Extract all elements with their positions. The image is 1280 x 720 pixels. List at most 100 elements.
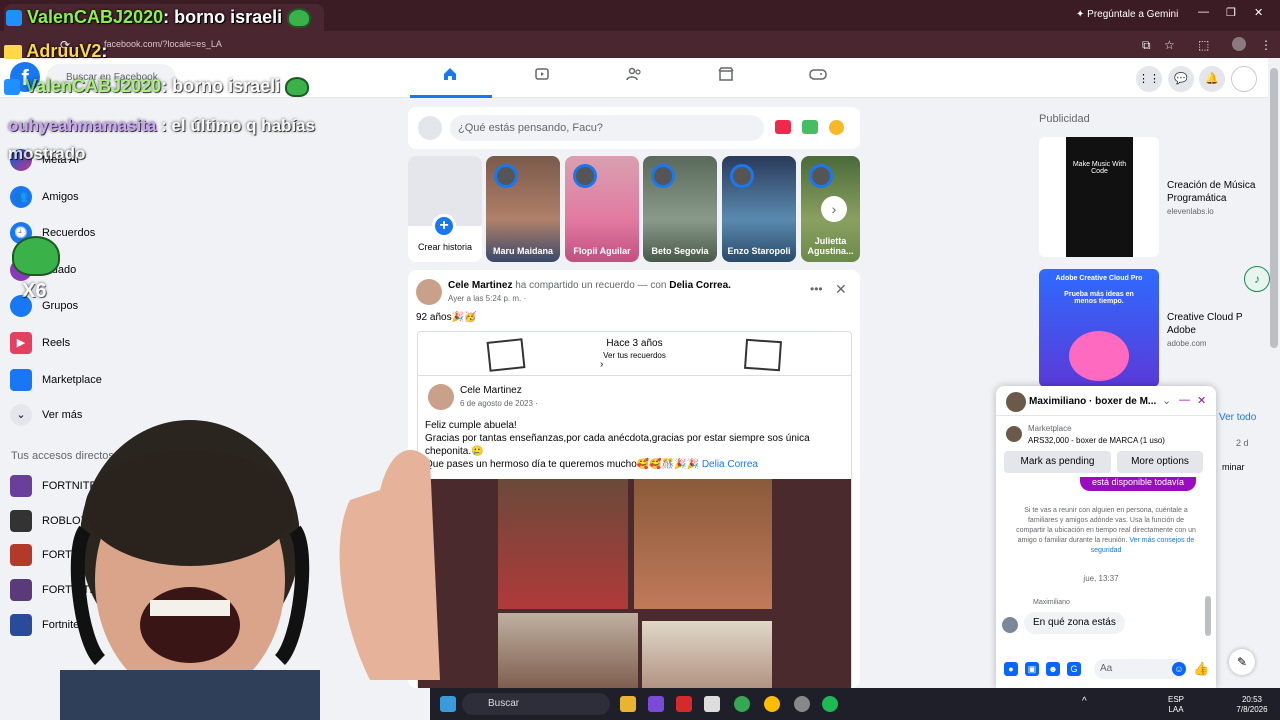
friends-icon: 👥 — [10, 186, 32, 208]
ad-image[interactable]: Make Music With Code — [1039, 137, 1159, 257]
sidebar-item-label: Grupos — [42, 300, 79, 312]
new-message-icon[interactable]: ✎ — [1229, 649, 1255, 675]
chevron-down-icon[interactable]: ⌄ — [1162, 394, 1171, 407]
sidebar-item-marketplace[interactable]: Marketplace — [10, 366, 102, 394]
marketplace-item[interactable]: ARS32,000 - boxer de MARCA (1 uso) — [1028, 436, 1165, 445]
mic-icon[interactable]: ● — [1004, 662, 1018, 676]
spotify-icon[interactable] — [822, 696, 838, 712]
minimize-chat-icon[interactable]: — — [1179, 394, 1190, 406]
sidebar-item-label: Amigos — [42, 191, 79, 203]
minimize-icon[interactable]: — — [1198, 6, 1209, 18]
notifications-bell-icon[interactable]: 🔔 — [1199, 66, 1225, 92]
frog-emote-icon — [285, 77, 310, 98]
video-icon[interactable] — [522, 66, 562, 90]
see-all-link[interactable]: Ver todo — [1219, 412, 1256, 423]
thumbs-up-icon[interactable]: 👍 — [1193, 662, 1209, 676]
overlay-message: : borno israeli — [163, 7, 283, 27]
story-name: Maru Maidana — [492, 246, 553, 256]
install-icon[interactable]: ⧉ — [1142, 38, 1151, 53]
ad-title[interactable]: Creative Cloud P Adobe — [1167, 311, 1267, 337]
messenger-icon[interactable]: 💬 — [1168, 66, 1194, 92]
chat-contact-name[interactable]: Maximiliano · boxer de M... — [1029, 396, 1157, 407]
home-icon[interactable] — [430, 66, 470, 90]
more-options-button[interactable]: More options — [1117, 451, 1203, 473]
windows-start-icon[interactable] — [440, 696, 456, 712]
story-avatar — [809, 164, 833, 188]
close-window-icon[interactable]: ✕ — [1254, 6, 1263, 19]
feeling-emoji-icon[interactable] — [829, 120, 844, 135]
partial-button-label[interactable]: minar — [1222, 462, 1245, 472]
taskbar-search[interactable]: Buscar — [462, 693, 610, 715]
account-avatar[interactable] — [1231, 66, 1257, 92]
more-options-icon[interactable]: ••• — [810, 282, 823, 296]
messenger-chat-window: Maximiliano · boxer de M... ⌄ — ✕ Market… — [996, 386, 1216, 688]
page-scrollbar-thumb[interactable] — [1270, 68, 1278, 348]
extensions-icon[interactable]: ⬚ — [1198, 38, 1209, 52]
language-indicator[interactable]: ESP LAA — [1166, 695, 1186, 715]
memory-subtitle[interactable]: Ver tus recuerdos — [418, 351, 851, 360]
photo-icon[interactable] — [802, 120, 818, 134]
assistant-side-icon[interactable]: ♪ — [1244, 266, 1270, 292]
chrome-icon[interactable] — [734, 696, 750, 712]
profile-avatar[interactable] — [1232, 37, 1246, 51]
gif-icon[interactable]: G — [1067, 662, 1081, 676]
maximize-icon[interactable]: ❐ — [1226, 6, 1236, 19]
url-field[interactable]: facebook.com/?locale=es_LA — [104, 39, 222, 49]
system-clock[interactable]: 20:53 7/8/2026 — [1230, 695, 1274, 715]
friends-icon[interactable] — [614, 66, 654, 90]
settings-gear-icon[interactable] — [794, 696, 810, 712]
post-tagged-name[interactable]: Delia Correa. — [669, 280, 731, 291]
create-story-card[interactable]: + Crear historia — [408, 156, 482, 262]
memory-header[interactable]: Hace 3 años Ver tus recuerdos › — [418, 332, 851, 376]
bookmark-star-icon[interactable]: ☆ — [1164, 38, 1175, 52]
sidebar-item-reels[interactable]: ▶ Reels — [10, 329, 70, 357]
image-icon[interactable]: ▣ — [1025, 662, 1039, 676]
chat-contact-avatar[interactable] — [1006, 392, 1026, 412]
tagged-user-link[interactable]: Delia Correa — [702, 459, 758, 470]
office-icon[interactable] — [676, 696, 692, 712]
store-icon[interactable] — [704, 696, 720, 712]
post-timestamp[interactable]: Ayer a las 5:24 p. m. · — [448, 294, 526, 303]
emoji-icon[interactable]: ☺ — [1172, 662, 1186, 676]
gaming-icon[interactable] — [798, 66, 838, 90]
story-card[interactable]: Flopii Aguilar — [565, 156, 639, 262]
menu-grid-icon[interactable]: ⋮⋮ — [1136, 66, 1162, 92]
sticker-icon[interactable]: ☻ — [1046, 662, 1060, 676]
close-chat-icon[interactable]: ✕ — [1197, 394, 1206, 407]
story-card[interactable]: Maru Maidana — [486, 156, 560, 262]
sidebar-item-friends[interactable]: 👥 Amigos — [10, 183, 79, 211]
collage-photo — [498, 479, 628, 609]
file-explorer-icon[interactable] — [620, 696, 636, 712]
post-author-name[interactable]: Cele Martinez — [448, 280, 512, 291]
inner-post-date[interactable]: 6 de agosto de 2023 · — [460, 399, 538, 408]
tray-chevron-icon[interactable]: ^ — [1082, 696, 1098, 712]
user-avatar[interactable] — [418, 116, 442, 140]
live-video-icon[interactable] — [775, 120, 791, 134]
close-icon[interactable]: ✕ — [835, 281, 847, 298]
story-avatar — [573, 164, 597, 188]
story-card[interactable]: Beto Segovia — [643, 156, 717, 262]
marketplace-icon — [10, 369, 32, 391]
post-author-avatar[interactable] — [416, 279, 442, 305]
sent-message-bubble: está disponible todavía — [1080, 477, 1196, 491]
story-card[interactable]: Enzo Staropoli — [722, 156, 796, 262]
story-name: Flopii Aguilar — [573, 246, 631, 256]
composer-input[interactable]: ¿Qué estás pensando, Facu? — [450, 115, 764, 141]
menu-kebab-icon[interactable]: ⋮ — [1260, 38, 1272, 52]
chrome-icon[interactable] — [764, 696, 780, 712]
mark-pending-button[interactable]: Mark as pending — [1004, 451, 1111, 473]
stories-next-chevron-icon[interactable]: › — [821, 196, 847, 222]
chat-header[interactable]: Maximiliano · boxer de M... ⌄ — ✕ — [996, 386, 1216, 416]
story-name: Enzo Staropoli — [727, 246, 791, 256]
inner-author-name[interactable]: Cele Martinez — [460, 385, 522, 396]
gemini-button[interactable]: ✦ Pregúntale a Gemini — [1068, 6, 1186, 24]
ad-image[interactable]: Adobe Creative Cloud Pro Prueba más idea… — [1039, 269, 1159, 387]
sidebar-item-label: Recuerdos — [42, 227, 96, 239]
app-icon[interactable] — [648, 696, 664, 712]
inner-author-avatar[interactable] — [428, 384, 454, 410]
photo-collage[interactable] — [418, 479, 851, 688]
sender-avatar — [1002, 617, 1018, 633]
chat-scrollbar[interactable] — [1205, 596, 1211, 636]
marketplace-icon[interactable] — [706, 66, 746, 90]
ad-title[interactable]: Creación de Música Programática — [1167, 179, 1267, 205]
